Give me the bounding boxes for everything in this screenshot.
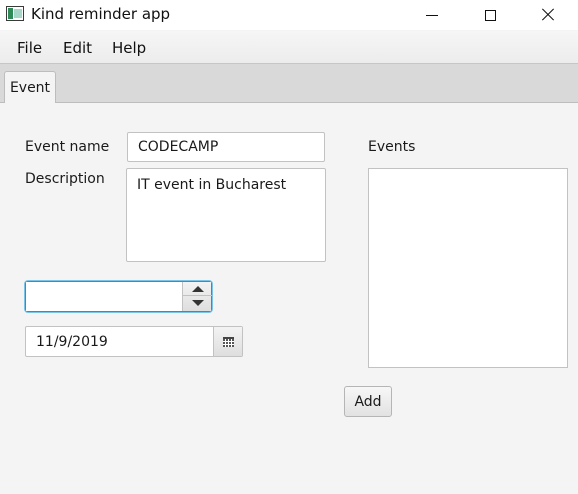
add-button[interactable]: Add — [344, 386, 392, 417]
tab-event[interactable]: Event — [4, 71, 56, 103]
title-bar[interactable]: Kind reminder app — [0, 0, 578, 30]
spinner-decrement-button[interactable] — [183, 296, 212, 310]
date-picker: 11/9/2019 — [25, 326, 243, 357]
date-input[interactable]: 11/9/2019 — [26, 327, 213, 356]
description-textarea[interactable]: IT event in Bucharest — [126, 168, 326, 262]
menu-edit[interactable]: Edit — [63, 39, 92, 57]
menu-help[interactable]: Help — [112, 39, 146, 57]
date-picker-button[interactable] — [213, 327, 242, 356]
description-label: Description — [25, 171, 105, 187]
app-icon — [6, 6, 24, 21]
arrow-down-icon — [191, 300, 204, 306]
spinner-buttons — [182, 282, 212, 311]
menu-bar: File Edit Help — [0, 31, 578, 64]
event-name-field[interactable]: CODECAMP — [127, 132, 325, 162]
time-spinner — [25, 281, 212, 312]
event-name-label: Event name — [25, 139, 110, 155]
minimize-button[interactable] — [403, 0, 461, 30]
minimize-icon — [426, 14, 438, 16]
calendar-icon — [222, 336, 234, 347]
events-label: Events — [368, 139, 416, 155]
close-button[interactable] — [519, 0, 577, 30]
tab-header: Event — [0, 64, 578, 103]
maximize-icon — [484, 9, 496, 21]
spinner-increment-button[interactable] — [183, 282, 212, 296]
app-window: Kind reminder app File Edit Help Event E… — [0, 0, 578, 494]
close-icon — [541, 8, 555, 22]
window-title: Kind reminder app — [31, 5, 171, 23]
arrow-up-icon — [191, 285, 204, 292]
maximize-button[interactable] — [461, 0, 519, 30]
menu-file[interactable]: File — [17, 39, 42, 57]
spinner-input[interactable] — [26, 282, 182, 311]
events-list[interactable] — [368, 168, 568, 368]
